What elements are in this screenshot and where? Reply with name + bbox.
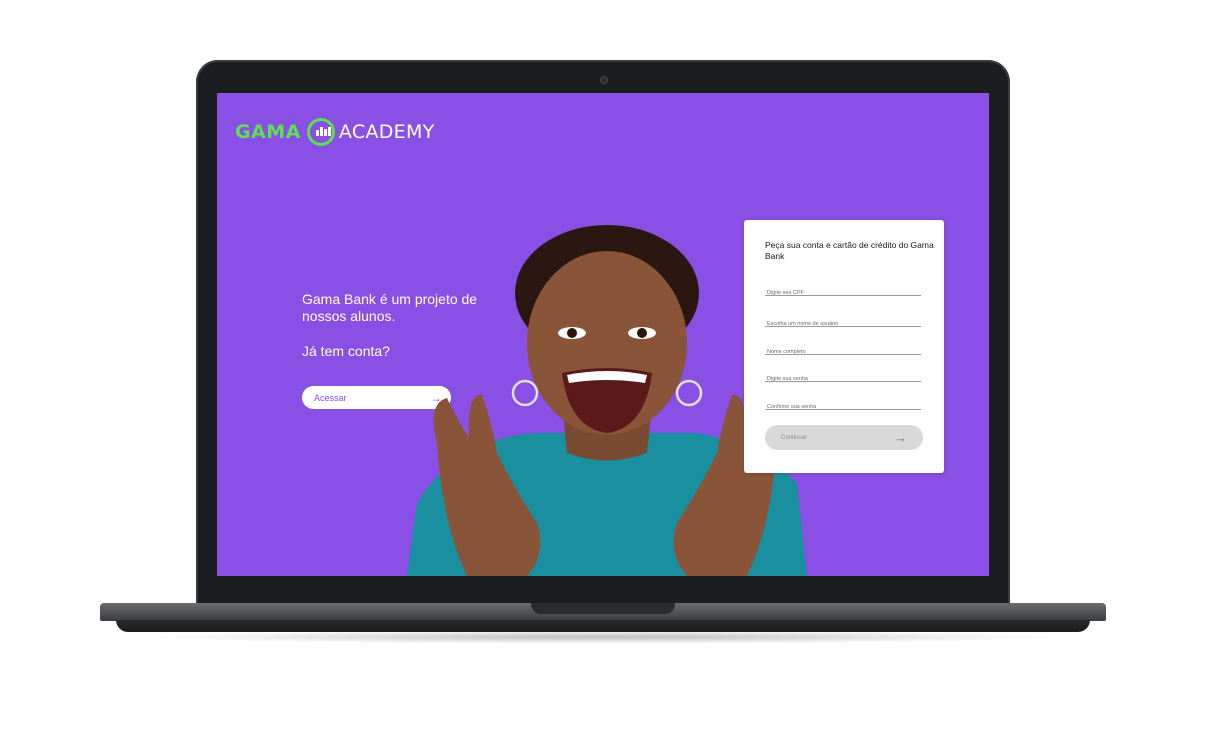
cpf-input[interactable]	[765, 287, 925, 299]
laptop-shadow	[140, 630, 1066, 644]
webcam	[600, 76, 608, 84]
logo-text-academy: ACADEMY	[338, 121, 435, 143]
logo-text-gama: GAMA	[235, 121, 301, 143]
password-field[interactable]	[765, 367, 925, 385]
laptop-screen: GAMA ACADEMY Gama Bank é um projeto de n…	[217, 93, 989, 576]
logo-mark-icon	[306, 118, 335, 146]
arrow-right-icon: →	[894, 430, 907, 445]
form-title: Peça sua conta e cartão de crédito do Ga…	[765, 240, 934, 261]
continue-button[interactable]: Continuar →	[765, 425, 923, 450]
password-input[interactable]	[765, 373, 925, 385]
laptop-notch	[531, 603, 675, 614]
cpf-field[interactable]	[765, 281, 925, 299]
username-field[interactable]	[765, 312, 925, 330]
laptop-base-bottom	[116, 620, 1090, 632]
confirm-password-field[interactable]	[765, 395, 925, 413]
confirm-password-input[interactable]	[765, 401, 925, 413]
fullname-input[interactable]	[765, 346, 925, 358]
access-button-label: Acessar	[314, 392, 347, 403]
continue-button-label: Continuar	[781, 434, 808, 441]
username-input[interactable]	[765, 318, 925, 330]
gama-academy-logo[interactable]: GAMA ACADEMY	[235, 115, 435, 149]
fullname-field[interactable]	[765, 340, 925, 358]
signup-form-card: Peça sua conta e cartão de crédito do Ga…	[744, 220, 944, 473]
